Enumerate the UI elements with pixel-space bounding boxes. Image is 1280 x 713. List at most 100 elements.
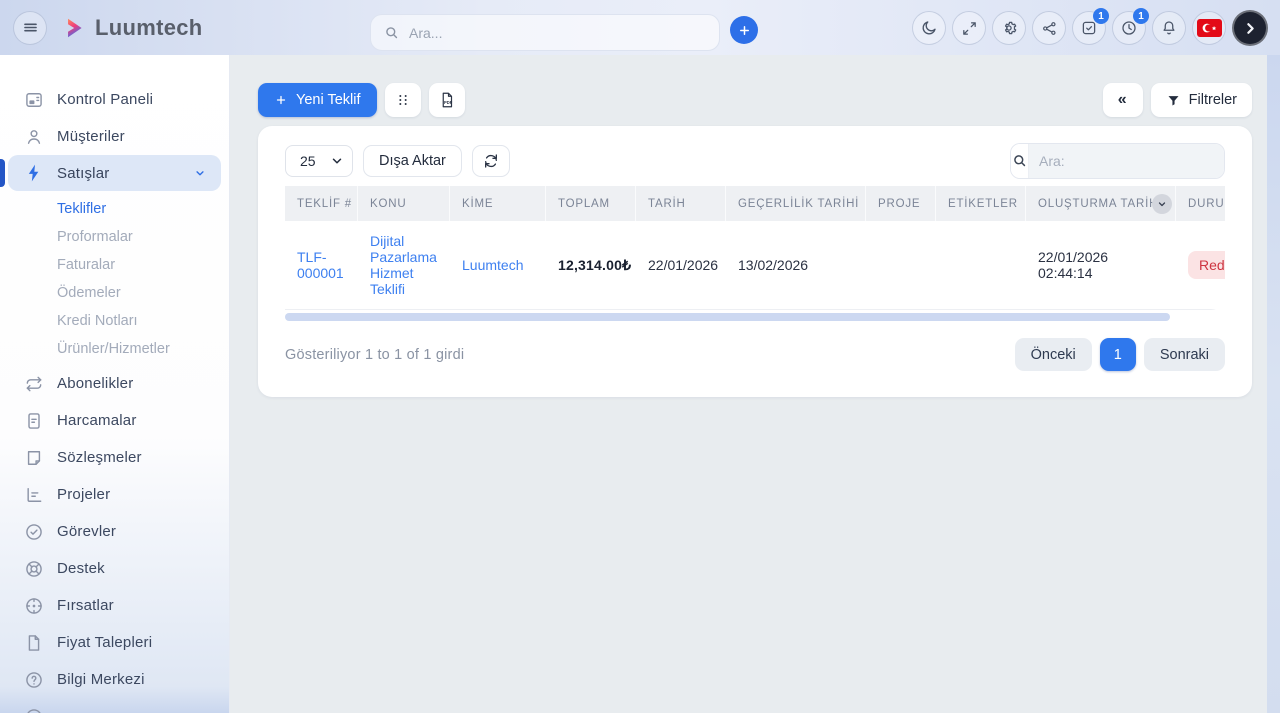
page-size-select[interactable]: 25 (285, 145, 353, 177)
cell-etiketler (936, 255, 1026, 275)
sidebar-item-label: Görevler (57, 523, 116, 540)
sidebar-subitem-kredi-notlar-[interactable]: Kredi Notları (0, 307, 229, 335)
share-icon (1041, 20, 1058, 37)
column-label: PROJE (878, 198, 920, 210)
target-icon (24, 596, 44, 616)
reminders-button[interactable]: 1 (1112, 11, 1146, 45)
sidebar-item-label: Müşteriler (57, 128, 125, 145)
column-label: TOPLAM (558, 198, 610, 210)
sidebar-item-fiyat-talepleri[interactable]: Fiyat Talepleri (0, 624, 229, 661)
sidebar-item-s-zle-meler[interactable]: Sözleşmeler (0, 439, 229, 476)
sidebar-item-f-rsatlar[interactable]: Fırsatlar (0, 587, 229, 624)
filters-button[interactable]: Filtreler (1151, 83, 1252, 117)
sidebar-item-bilgi-merkezi[interactable]: Bilgi Merkezi (0, 661, 229, 698)
column-header-9[interactable]: OLUŞTURMA TARİHİ (1026, 186, 1176, 221)
sidebar-item-label: Fırsatlar (57, 597, 114, 614)
notifications-button[interactable] (1152, 11, 1186, 45)
sidebar-subitem--demeler[interactable]: Ödemeler (0, 279, 229, 307)
hamburger-menu-button[interactable] (13, 11, 47, 45)
notification-badge: 1 (1093, 8, 1109, 24)
column-label: KİME (462, 198, 493, 210)
sidebar-item-kontrol-paneli[interactable]: Kontrol Paneli (0, 81, 229, 118)
export-pdf-button[interactable]: PDF (429, 83, 465, 117)
global-search-input[interactable] (409, 25, 707, 41)
page-toolbar: Yeni Teklif PDF « Filtreler (258, 82, 1252, 118)
sidebar-item-partial[interactable] (0, 698, 229, 713)
column-header-5[interactable]: TARİH (636, 186, 726, 221)
column-header-10[interactable]: DURUM (1176, 186, 1225, 221)
previous-page-button[interactable]: Önceki (1015, 338, 1092, 371)
column-header-1[interactable]: TEKLİF # (285, 186, 358, 221)
sort-chevron-icon (1156, 198, 1168, 210)
sidebar-item-abonelikler[interactable]: Abonelikler (0, 365, 229, 402)
sidebar-item-label: Satışlar (57, 165, 109, 182)
search-icon (383, 24, 400, 41)
tasks-button[interactable]: 1 (1072, 11, 1106, 45)
dashboard-icon (24, 90, 44, 110)
sort-direction-button[interactable] (1152, 194, 1172, 214)
cell-gecerlilik_tarihi: 13/02/2026 (726, 247, 866, 283)
next-page-button[interactable]: Sonraki (1144, 338, 1225, 371)
collapse-filters-button[interactable]: « (1103, 83, 1143, 117)
help-circle-icon (24, 670, 44, 690)
user-icon (24, 127, 44, 147)
column-label: GEÇERLİLİK TARİHİ (738, 198, 859, 210)
moon-icon (920, 19, 938, 37)
fullscreen-button[interactable] (952, 11, 986, 45)
horizontal-scrollbar-thumb[interactable] (285, 313, 1170, 321)
contract-icon (24, 448, 44, 468)
page-scrollbar-track[interactable] (1267, 55, 1280, 713)
sidebar-item-harcamalar[interactable]: Harcamalar (0, 402, 229, 439)
sidebar-item-label: Bilgi Merkezi (57, 671, 145, 688)
filter-icon (1166, 93, 1181, 108)
sales-submenu: TekliflerProformalarFaturalarÖdemelerKre… (0, 191, 229, 365)
user-avatar[interactable] (1232, 10, 1268, 46)
sidebar-subitem-faturalar[interactable]: Faturalar (0, 251, 229, 279)
chevron-down-icon (193, 166, 207, 180)
global-search[interactable] (370, 14, 720, 51)
column-visibility-button[interactable] (385, 83, 421, 117)
brand-logo[interactable]: Luumtech (61, 15, 203, 41)
sidebar-item-projeler[interactable]: Projeler (0, 476, 229, 513)
share-button[interactable] (1032, 11, 1066, 45)
teklif_no-link[interactable]: TLF-000001 (297, 249, 344, 281)
column-header-4[interactable]: TOPLAM (546, 186, 636, 221)
new-offer-button[interactable]: Yeni Teklif (258, 83, 377, 117)
sidebar-item-g-revler[interactable]: Görevler (0, 513, 229, 550)
table-search-input[interactable] (1029, 144, 1225, 178)
main-content: Yeni Teklif PDF « Filtreler 25 Dışa Akta… (230, 55, 1280, 713)
cell-tarih: 22/01/2026 (636, 247, 726, 283)
quick-add-button[interactable] (730, 16, 758, 44)
column-header-2[interactable]: KONU (358, 186, 450, 221)
export-button[interactable]: Dışa Aktar (363, 145, 462, 177)
column-header-7[interactable]: PROJE (866, 186, 936, 221)
column-header-6[interactable]: GEÇERLİLİK TARİHİ (726, 186, 866, 221)
sidebar-subitem-proformalar[interactable]: Proformalar (0, 223, 229, 251)
circle-icon (24, 707, 44, 713)
page-1-button[interactable]: 1 (1100, 338, 1136, 371)
column-label: TARİH (648, 198, 686, 210)
sidebar-item-label: Abonelikler (57, 375, 133, 392)
dark-mode-button[interactable] (912, 11, 946, 45)
file-icon (24, 633, 44, 653)
cell-kime: Luumtech (450, 247, 546, 283)
sidebar-subitem--r-nler-hizmetler[interactable]: Ürünler/Hizmetler (0, 335, 229, 363)
sidebar-item-sat-lar[interactable]: Satışlar (8, 155, 221, 191)
settings-button[interactable] (992, 11, 1026, 45)
table-search[interactable] (1010, 143, 1225, 179)
refresh-button[interactable] (472, 145, 510, 177)
kime-link[interactable]: Luumtech (462, 257, 523, 273)
column-header-8[interactable]: ETİKETLER (936, 186, 1026, 221)
table-controls: 25 Dışa Aktar (285, 144, 1225, 177)
column-label: ETİKETLER (948, 198, 1018, 210)
sidebar-item-m-teriler[interactable]: Müşteriler (0, 118, 229, 155)
sidebar-subitem-teklifler[interactable]: Teklifler (0, 195, 229, 223)
konu-link[interactable]: Dijital Pazarlama Hizmet Teklifi (370, 233, 437, 297)
sidebar-item-destek[interactable]: Destek (0, 550, 229, 587)
column-header-3[interactable]: KİME (450, 186, 546, 221)
pdf-icon: PDF (438, 91, 456, 109)
check-circle-icon (24, 522, 44, 542)
column-label: OLUŞTURMA TARİHİ (1038, 198, 1162, 210)
table-footer: Gösteriliyor 1 to 1 of 1 girdi Önceki 1 … (285, 338, 1225, 371)
language-button[interactable] (1192, 11, 1226, 45)
